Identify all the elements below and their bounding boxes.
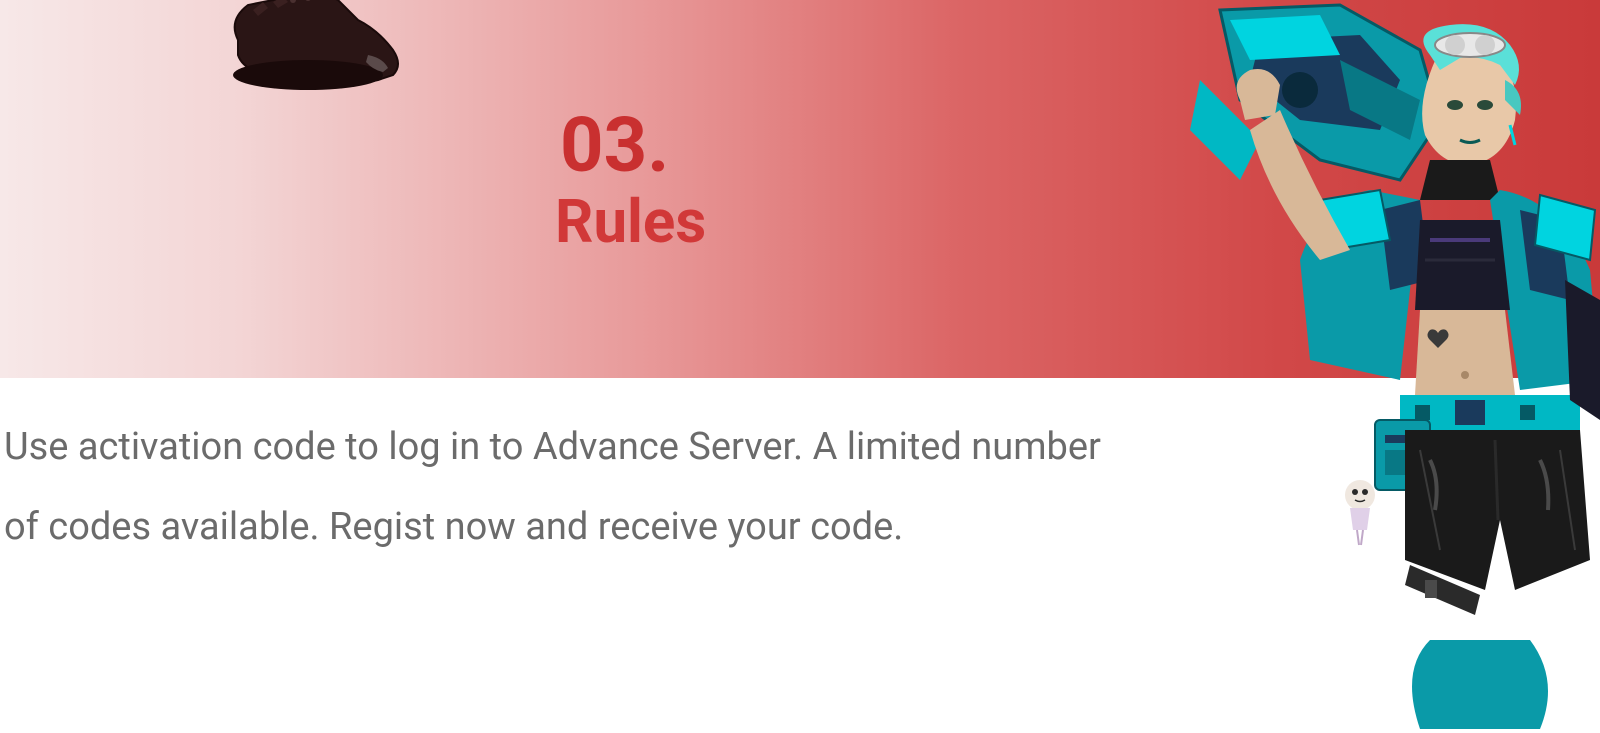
- section-title: Rules: [555, 186, 706, 257]
- boot-item-icon: [218, 0, 418, 100]
- rules-body-text: Use activation code to log in to Advance…: [4, 408, 1104, 568]
- game-character-icon: [1120, 0, 1600, 729]
- section-number: 03.: [560, 100, 669, 190]
